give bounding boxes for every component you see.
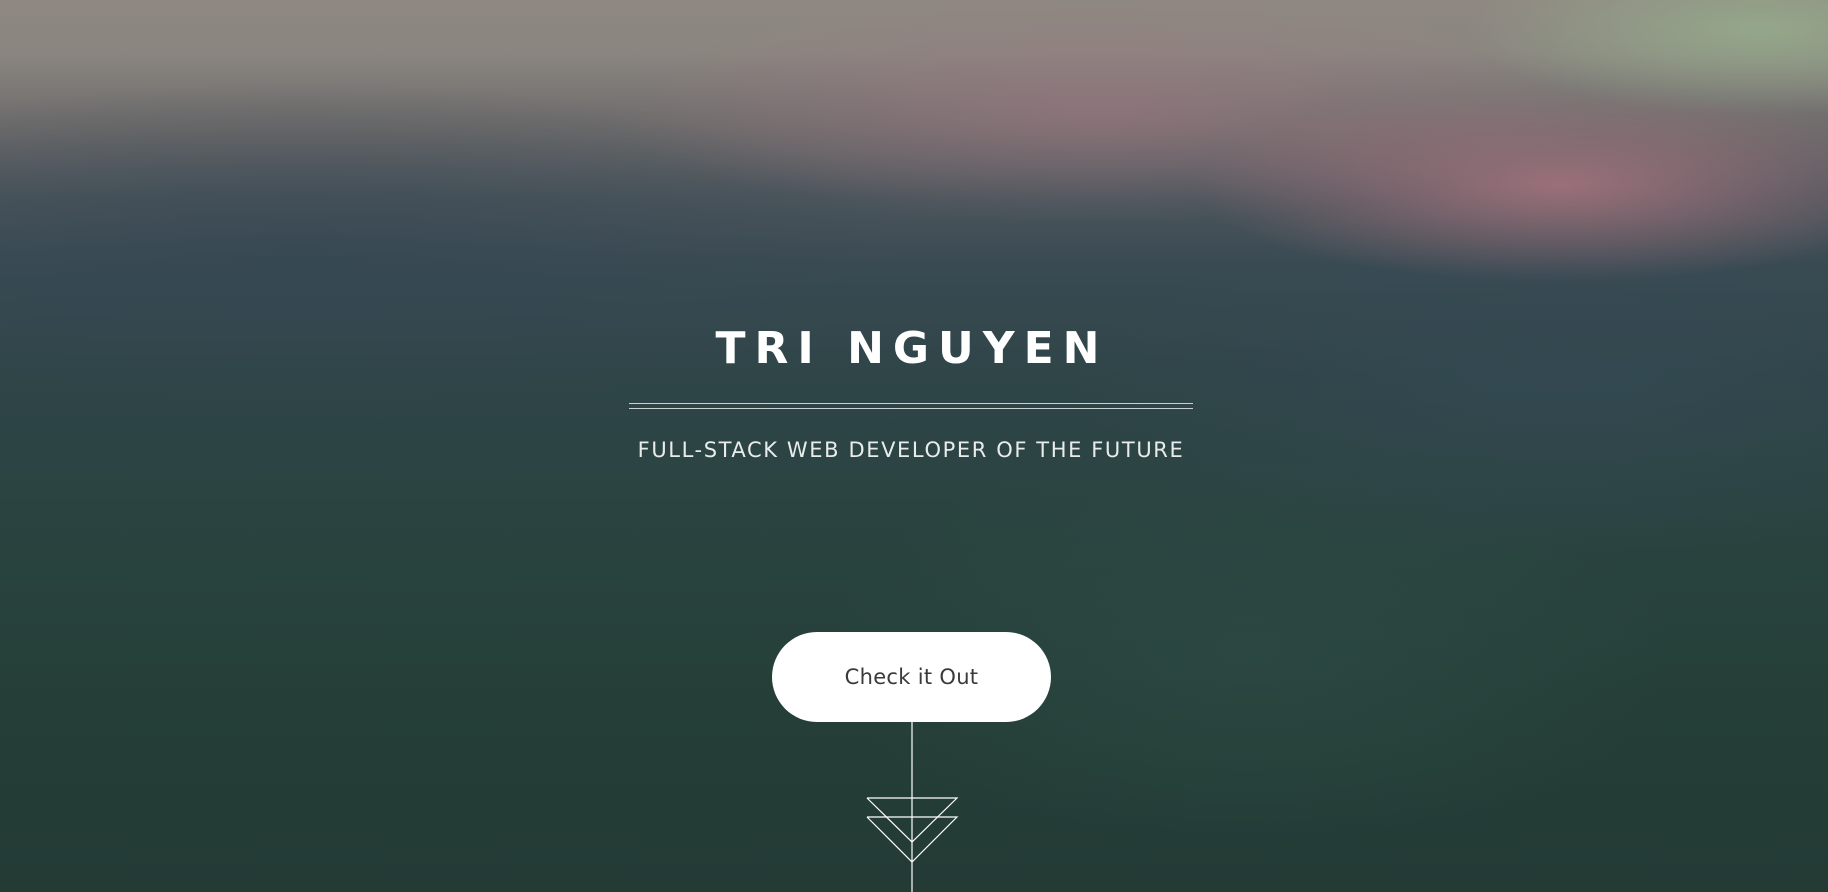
page-title: TRI NGUYEN <box>715 323 1109 374</box>
down-arrow-icon[interactable] <box>862 722 962 892</box>
check-it-out-button[interactable]: Check it Out <box>772 632 1051 722</box>
page-subtitle: FULL-STACK WEB DEVELOPER OF THE FUTURE <box>637 438 1185 462</box>
hero-section: TRI NGUYEN FULL-STACK WEB DEVELOPER OF T… <box>0 0 1828 892</box>
title-divider-bottom <box>629 408 1193 409</box>
title-divider-top <box>629 403 1193 404</box>
